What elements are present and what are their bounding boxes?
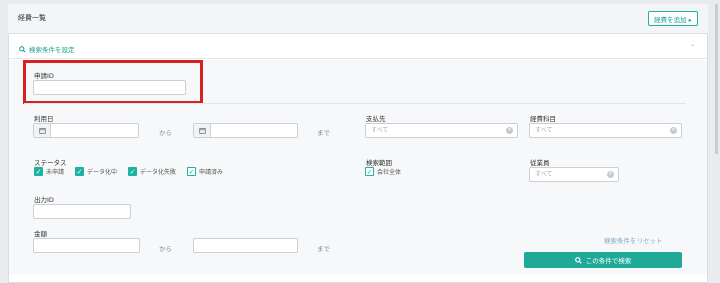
output-id-input[interactable] [33, 204, 131, 219]
clear-icon[interactable]: × [506, 127, 513, 134]
scrollbar[interactable] [715, 4, 718, 154]
usage-date-from-text: から [159, 129, 172, 137]
status-label: ステータス [34, 159, 67, 167]
output-id-label: 出力ID [34, 196, 54, 204]
amount-to-input[interactable] [193, 238, 298, 253]
search-button-label: この条件で検索 [585, 257, 632, 265]
status-option-label: データ化失敗 [140, 169, 177, 176]
page-title: 経費一覧 [18, 14, 46, 22]
reset-conditions-link[interactable]: 検索条件をリセット [604, 235, 663, 245]
amount-from-input[interactable] [33, 238, 140, 253]
status-option-label: 申請済み [199, 169, 224, 176]
search-scope-label: 検索範囲 [366, 159, 392, 167]
employee-placeholder: すべて [535, 171, 553, 178]
search-button[interactable]: この条件で検索 [524, 252, 682, 268]
expense-item-select[interactable]: すべて × [529, 123, 682, 138]
status-option-unapplied[interactable]: ✓ 未申請 [34, 167, 64, 176]
usage-date-from-input[interactable] [33, 123, 139, 138]
status-option-applied[interactable]: ✓ 申請済み [187, 167, 223, 176]
checkbox-unchecked-icon[interactable]: ✓ [365, 167, 374, 176]
search-icon [574, 256, 582, 264]
employee-select[interactable]: すべて × [529, 167, 619, 182]
form-divider [24, 103, 686, 104]
clear-icon[interactable]: × [607, 171, 614, 178]
expense-item-label: 経費科目 [530, 115, 556, 123]
amount-to-text: まで [317, 245, 330, 253]
status-option-digitizing[interactable]: ✓ データ化中 [75, 167, 117, 176]
search-icon [19, 45, 26, 53]
calendar-icon [34, 124, 51, 137]
status-option-label: 未申請 [46, 169, 65, 176]
amount-label: 金額 [34, 230, 47, 238]
status-option-digitize-failed[interactable]: ✓ データ化失敗 [128, 167, 176, 176]
payee-label: 支払先 [366, 115, 386, 123]
expense-item-placeholder: すべて [535, 127, 553, 134]
payee-select[interactable]: すべて × [365, 123, 518, 138]
search-scope-option[interactable]: ✓ 会社全体 [365, 167, 401, 176]
status-option-label: データ化中 [87, 169, 118, 176]
search-scope-option-label: 会社全体 [377, 169, 402, 176]
checkbox-checked-icon[interactable]: ✓ [128, 167, 137, 176]
clear-icon[interactable]: × [670, 127, 677, 134]
panel-header [8, 4, 708, 34]
checkbox-unchecked-icon[interactable]: ✓ [187, 167, 196, 176]
search-conditions-toggle[interactable]: 検索条件を設定 [19, 44, 75, 54]
search-conditions-label: 検索条件を設定 [29, 46, 75, 54]
checkbox-checked-icon[interactable]: ✓ [75, 167, 84, 176]
amount-from-text: から [159, 245, 172, 253]
highlight-box [23, 60, 203, 104]
usage-date-to-text: まで [317, 129, 330, 137]
calendar-icon [194, 124, 211, 137]
usage-date-label: 利用日 [34, 115, 54, 123]
payee-placeholder: すべて [371, 127, 389, 134]
chevron-up-icon[interactable]: ⌃ [690, 44, 695, 51]
checkbox-checked-icon[interactable]: ✓ [34, 167, 43, 176]
usage-date-to-input[interactable] [193, 123, 298, 138]
search-conditions-bar [9, 37, 707, 59]
employee-label: 従業員 [530, 159, 550, 167]
add-expense-button[interactable]: 経費を追加 ▸ [648, 11, 698, 26]
